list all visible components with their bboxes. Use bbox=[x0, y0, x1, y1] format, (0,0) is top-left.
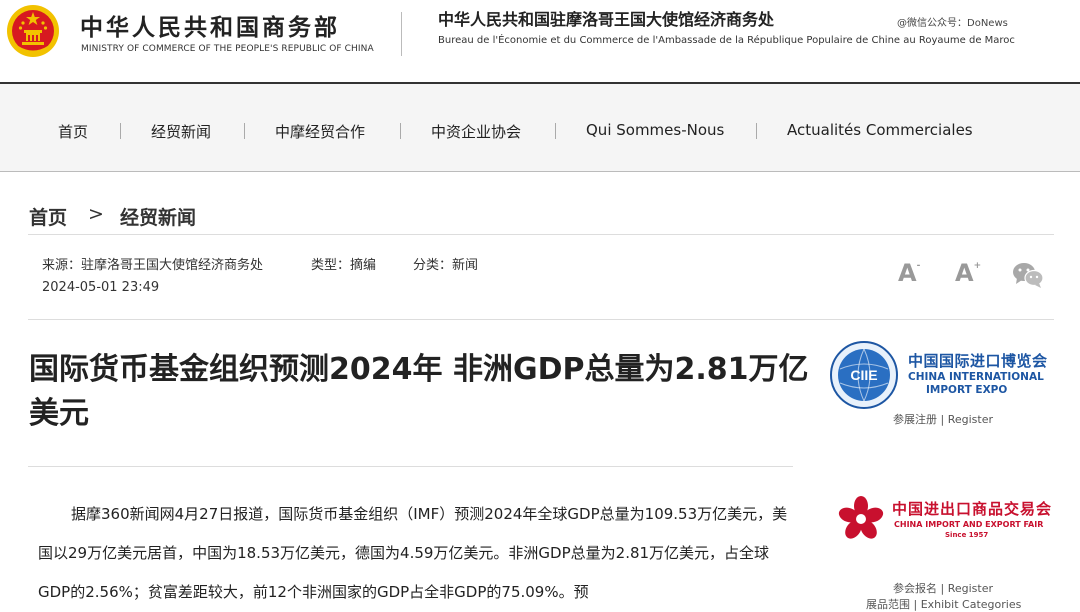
ministry-name-en: MINISTRY OF COMMERCE OF THE PEOPLE'S REP… bbox=[81, 44, 374, 54]
nav-separator bbox=[555, 123, 556, 139]
article-category: 分类：新闻 bbox=[413, 258, 479, 273]
divider bbox=[28, 319, 1054, 320]
canton-fair-flower-icon bbox=[838, 496, 884, 539]
site-header: 中华人民共和国商务部 MINISTRY OF COMMERCE OF THE P… bbox=[0, 0, 1080, 82]
ministry-name-cn[interactable]: 中华人民共和国商务部 bbox=[80, 8, 340, 42]
ciie-name-en: CHINA INTERNATIONAL bbox=[908, 371, 1044, 383]
svg-text:CIIE: CIIE bbox=[850, 367, 877, 383]
nav-separator bbox=[120, 123, 121, 139]
wechat-share-icon[interactable] bbox=[1012, 261, 1044, 289]
national-emblem-icon[interactable] bbox=[5, 3, 61, 59]
main-content: 首页 > 经贸新闻 来源：驻摩洛哥王国大使馆经济商务处 类型：摘编 分类：新闻 … bbox=[0, 172, 1080, 612]
nav-item-enterprise-association[interactable]: 中资企业协会 bbox=[431, 121, 521, 142]
breadcrumb-separator: > bbox=[88, 203, 104, 225]
ciie-name-en: IMPORT EXPO bbox=[926, 384, 1008, 396]
cief-categories-link[interactable]: 展品范围 | Exhibit Categories bbox=[866, 596, 1021, 612]
article-source: 来源：驻摩洛哥王国大使馆经济商务处 bbox=[42, 258, 264, 273]
article-body: 据摩360新闻网4月27日报道，国际货币基金组织（IMF）预测2024年全球GD… bbox=[38, 505, 788, 601]
cief-name-en: CHINA IMPORT AND EXPORT FAIR bbox=[894, 520, 1044, 529]
ciie-name-cn: 中国国际进口博览会 bbox=[908, 352, 1048, 370]
divider bbox=[28, 466, 793, 467]
header-divider bbox=[401, 12, 402, 56]
ciie-register-link[interactable]: 参展注册 | Register bbox=[893, 411, 993, 427]
breadcrumb-current[interactable]: 经贸新闻 bbox=[120, 203, 196, 230]
embassy-name-cn[interactable]: 中华人民共和国驻摩洛哥王国大使馆经济商务处 bbox=[438, 6, 774, 30]
nav-separator bbox=[244, 123, 245, 139]
nav-item-about-us[interactable]: Qui Sommes-Nous bbox=[586, 121, 724, 139]
cief-name-cn: 中国进出口商品交易会 bbox=[892, 500, 1053, 518]
font-decrease-button[interactable]: A- bbox=[898, 259, 920, 287]
article-type: 类型：摘编 bbox=[311, 258, 377, 273]
watermark: @微信公众号：DoNews bbox=[897, 18, 1008, 29]
nav-separator bbox=[756, 123, 757, 139]
embassy-name-fr: Bureau de l'Économie et du Commerce de l… bbox=[438, 35, 1015, 46]
article-date: 2024-05-01 23:49 bbox=[42, 280, 160, 295]
cief-register-link[interactable]: 参会报名 | Register bbox=[893, 580, 993, 596]
nav-separator bbox=[400, 123, 401, 139]
font-increase-button[interactable]: A+ bbox=[955, 259, 981, 287]
article-title: 国际货币基金组织预测2024年 非洲GDP总量为2.81万亿美元 bbox=[29, 352, 809, 431]
main-nav: 首页 经贸新闻 中摩经贸合作 中资企业协会 Qui Sommes-Nous Ac… bbox=[0, 82, 1080, 172]
ciie-globe-icon: CIIE bbox=[830, 341, 898, 409]
nav-item-trade-news[interactable]: 经贸新闻 bbox=[151, 121, 211, 142]
divider bbox=[28, 234, 1054, 235]
nav-item-china-morocco-cooperation[interactable]: 中摩经贸合作 bbox=[275, 121, 365, 142]
cief-since: Since 1957 bbox=[945, 531, 989, 539]
breadcrumb-home[interactable]: 首页 bbox=[29, 203, 67, 230]
nav-item-home[interactable]: 首页 bbox=[58, 121, 88, 142]
nav-item-commercial-news[interactable]: Actualités Commerciales bbox=[787, 121, 973, 139]
